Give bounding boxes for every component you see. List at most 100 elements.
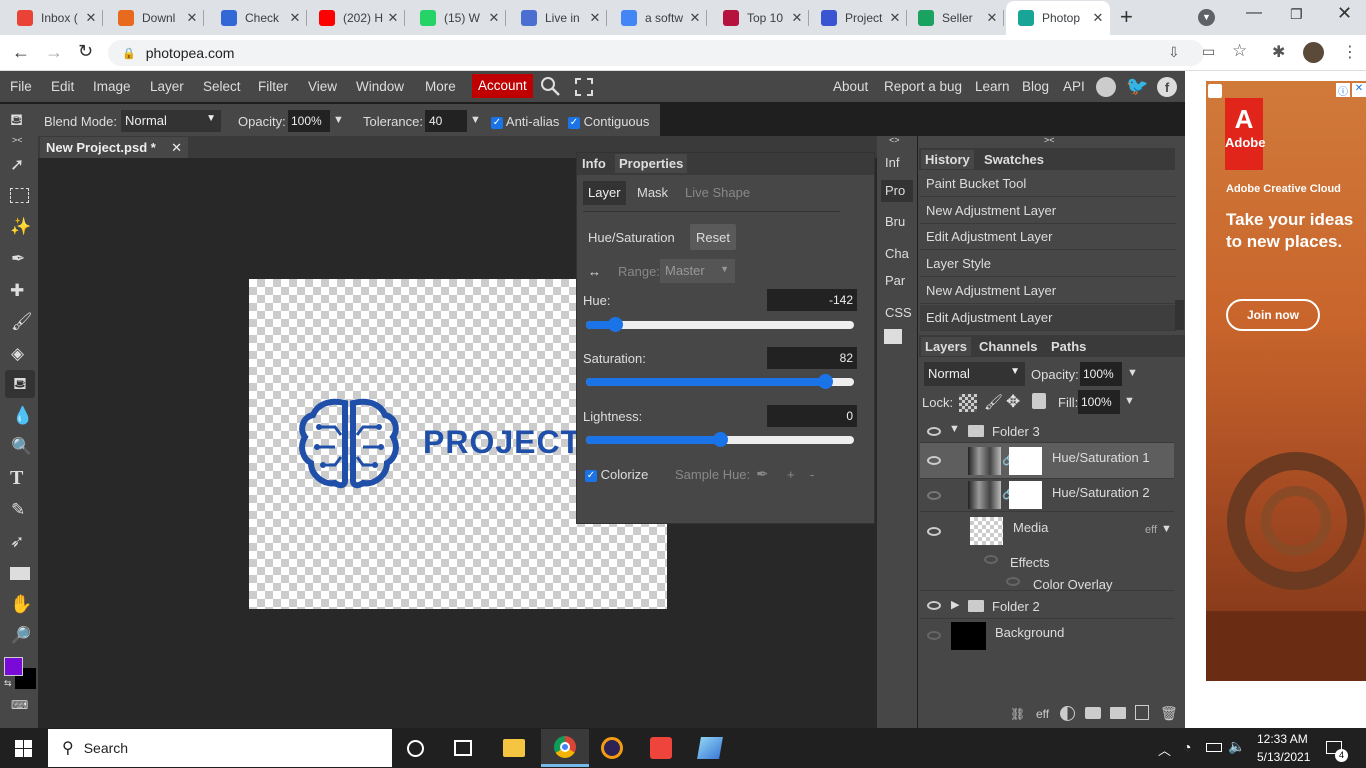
layer-blend-select[interactable]: Normal ▼ — [924, 362, 1025, 386]
close-tab-icon[interactable]: ✕ — [789, 10, 805, 26]
side-tab-pro[interactable]: Pro — [881, 180, 913, 202]
close-tab-icon[interactable]: ✕ — [887, 10, 903, 26]
task-view-icon[interactable] — [454, 740, 472, 756]
history-item[interactable]: Edit Adjustment Layer — [920, 304, 1176, 331]
paint-bucket-tool-active-icon[interactable]: ⛾ — [5, 370, 35, 398]
effects-toggle[interactable]: eff — [1145, 524, 1157, 536]
layer-row-background[interactable]: Background — [920, 619, 1174, 651]
network-icon[interactable]: ◔ — [1183, 739, 1191, 755]
document-tab[interactable]: New Project.psd * ✕ — [40, 137, 188, 158]
layer-row-media[interactable]: Media eff ▼ Effects Color Overlay — [920, 513, 1174, 592]
expand-arrows-icon[interactable]: <> — [889, 135, 900, 145]
tab-swatches[interactable]: Swatches — [980, 150, 1048, 169]
menu-view[interactable]: View — [308, 79, 337, 94]
history-item[interactable]: Paint Bucket Tool — [920, 171, 1176, 197]
new-folder-icon[interactable] — [1110, 707, 1126, 719]
chevron-right-icon[interactable]: ▶ — [951, 598, 959, 611]
menu-more[interactable]: More — [425, 79, 456, 94]
extensions-icon[interactable]: ✱ — [1272, 42, 1285, 62]
browser-tab[interactable]: (202) H ✕ — [307, 4, 405, 31]
page-icon[interactable]: ▭ — [1202, 43, 1215, 60]
menu-api[interactable]: API — [1063, 79, 1085, 94]
tab-paths[interactable]: Paths — [1047, 337, 1090, 356]
visibility-eye-icon[interactable] — [927, 491, 941, 500]
app-icon[interactable] — [697, 737, 723, 759]
sample-add-button[interactable]: + — [787, 467, 795, 482]
lock-move-icon[interactable]: ✥ — [1006, 392, 1020, 412]
side-tab-par[interactable]: Par — [881, 270, 913, 292]
blend-mode-select[interactable]: Normal ▼ — [121, 110, 221, 132]
contiguous-checkbox[interactable]: ✓ Contiguous — [568, 114, 649, 129]
account-button[interactable]: Account — [472, 74, 533, 98]
new-tab-button[interactable]: + — [1120, 4, 1133, 30]
history-item[interactable]: Layer Style — [920, 251, 1176, 278]
opacity-dropdown-icon[interactable]: ▼ — [333, 114, 344, 126]
image-panel-icon[interactable] — [884, 329, 902, 344]
forward-icon[interactable]: → — [45, 42, 63, 63]
range-select[interactable]: Master ▼ — [660, 259, 735, 283]
eyedropper-tool-icon[interactable]: ✒ — [11, 249, 25, 269]
layer-row-folder3[interactable]: ▼ Folder 3 — [920, 419, 1174, 443]
reload-icon[interactable]: ↻ — [78, 41, 93, 62]
mask-thumbnail[interactable] — [1009, 481, 1042, 509]
tab-history[interactable]: History — [921, 150, 974, 169]
history-item[interactable]: New Adjustment Layer — [920, 198, 1176, 224]
tab-channels[interactable]: Channels — [975, 337, 1042, 356]
menu-about[interactable]: About — [833, 79, 868, 94]
antialias-checkbox[interactable]: ✓ Anti-alias — [491, 114, 559, 129]
close-tab-icon[interactable]: ✕ — [287, 10, 303, 26]
lightness-input[interactable]: 0 — [767, 405, 857, 427]
tab-info[interactable]: Info — [578, 154, 610, 173]
ad-close-icon[interactable]: ✕ — [1352, 83, 1366, 97]
close-document-icon[interactable]: ✕ — [171, 140, 182, 156]
pen-tool-icon[interactable]: ✎ — [11, 500, 25, 520]
lock-paint-icon[interactable]: 🖌 — [984, 393, 1003, 411]
keyboard-icon[interactable]: ⌨ — [11, 698, 28, 712]
side-tab-cha[interactable]: Cha — [881, 243, 913, 265]
hand-tool-icon[interactable]: ✋ — [10, 594, 32, 615]
side-tab-inf[interactable]: Inf — [881, 152, 913, 174]
layer-opacity-dropdown-icon[interactable]: ▼ — [1127, 367, 1138, 379]
browser-tab[interactable]: Downl ✕ — [106, 4, 204, 31]
browser-tab[interactable]: a softw ✕ — [609, 4, 707, 31]
color-overlay-eye-icon[interactable] — [1006, 577, 1020, 586]
new-layer-icon[interactable] — [1135, 705, 1149, 720]
tolerance-input[interactable]: 40 — [425, 110, 467, 132]
saturation-input[interactable]: 82 — [767, 347, 857, 369]
menu-layer[interactable]: Layer — [150, 79, 184, 94]
cortana-icon[interactable] — [407, 740, 424, 757]
tab-properties[interactable]: Properties — [615, 154, 688, 173]
minimize-icon[interactable]: — — [1246, 4, 1262, 22]
tolerance-dropdown-icon[interactable]: ▼ — [470, 114, 481, 126]
reddit-icon[interactable] — [1096, 77, 1116, 97]
browser-tab[interactable]: (15) W ✕ — [408, 4, 506, 31]
chrome-taskbar-icon[interactable] — [541, 729, 589, 767]
anydesk-icon[interactable] — [650, 737, 672, 759]
fullscreen-icon[interactable] — [575, 78, 593, 96]
subtab-mask[interactable]: Mask — [637, 185, 668, 200]
sample-subtract-button[interactable]: - — [810, 467, 814, 482]
browser-tab[interactable]: Inbox (✕ — [5, 4, 103, 31]
swap-colors-icon[interactable]: ⇆ — [4, 678, 12, 689]
browser-tab[interactable]: Top 10 ✕ — [711, 4, 809, 31]
side-tab-css[interactable]: CSS — [881, 302, 913, 324]
clock-date[interactable]: 5/13/2021 — [1257, 750, 1310, 764]
close-tab-icon[interactable]: ✕ — [83, 10, 99, 26]
layer-opacity-input[interactable]: 100% — [1080, 362, 1122, 386]
history-scrollbar[interactable] — [1175, 300, 1184, 330]
install-icon[interactable]: ⇩ — [1168, 44, 1180, 61]
windows-start-icon[interactable] — [15, 740, 32, 757]
browser-tab[interactable]: Live in ✕ — [509, 4, 607, 31]
healing-tool-icon[interactable]: ✚ — [10, 281, 24, 301]
mask-thumbnail[interactable] — [1009, 447, 1042, 475]
ad-info-icon[interactable]: ⓘ — [1336, 83, 1350, 98]
delete-layer-icon[interactable]: 🗑 — [1160, 705, 1178, 722]
close-window-icon[interactable]: ✕ — [1337, 3, 1352, 24]
visibility-eye-icon[interactable] — [927, 456, 941, 465]
collapse-arrows-icon[interactable]: >< — [12, 135, 23, 145]
close-tab-icon[interactable]: ✕ — [486, 10, 502, 26]
layer-row-folder2[interactable]: ▶ Folder 2 — [920, 593, 1174, 619]
colorize-checkbox[interactable]: ✓ Colorize — [585, 467, 648, 482]
volume-icon[interactable]: 🔈 — [1228, 738, 1245, 755]
chrome-menu-icon[interactable]: ⋮ — [1342, 42, 1358, 62]
